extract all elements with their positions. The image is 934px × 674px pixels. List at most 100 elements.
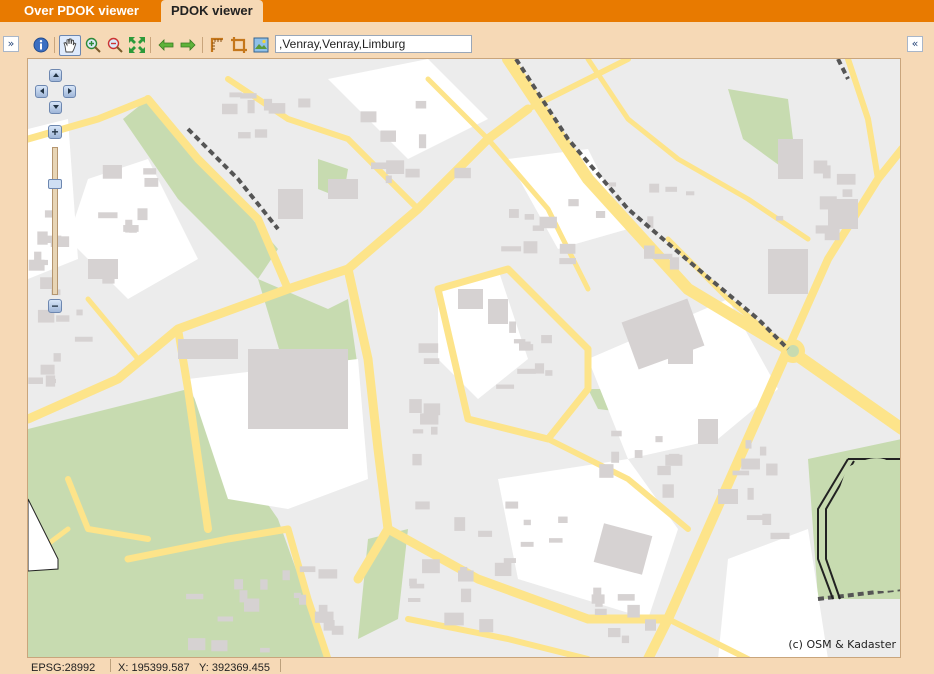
map-tiles xyxy=(28,59,900,657)
building-footprint xyxy=(423,358,440,364)
building-footprint xyxy=(494,562,512,577)
zoom-extent-icon[interactable] xyxy=(128,36,146,54)
building-footprint xyxy=(665,186,678,192)
building-footprint xyxy=(595,598,603,607)
pan-hand-icon[interactable] xyxy=(59,35,81,56)
building-footprint xyxy=(517,368,536,374)
building-footprint xyxy=(186,593,204,600)
collapse-left-panel-button[interactable]: » xyxy=(3,36,19,52)
zoom-out-button[interactable]: − xyxy=(48,299,62,313)
building-footprint xyxy=(222,103,238,115)
building-footprint xyxy=(762,513,772,526)
building-footprint xyxy=(28,259,45,271)
building-footprint xyxy=(607,628,621,638)
projection-label: EPSG:28992 xyxy=(31,662,96,674)
zoom-slider-thumb[interactable] xyxy=(48,179,62,189)
building-footprint xyxy=(260,647,270,653)
building-footprint xyxy=(559,258,576,265)
zoom-in-icon[interactable] xyxy=(84,36,102,54)
building-footprint xyxy=(260,579,268,590)
search-input[interactable]: ,Venray,Venray,Limburg xyxy=(275,35,472,53)
building-footprint xyxy=(431,426,438,435)
pan-up-button[interactable] xyxy=(49,69,62,82)
back-arrow-icon[interactable] xyxy=(157,36,175,54)
building-footprint xyxy=(254,129,268,138)
collapse-right-panel-button[interactable]: « xyxy=(907,36,923,52)
pan-left-button[interactable] xyxy=(35,85,48,98)
building-footprint xyxy=(479,619,494,633)
building-footprint xyxy=(741,458,760,470)
building-footprint xyxy=(76,309,83,316)
building-footprint xyxy=(56,315,70,322)
building-footprint xyxy=(293,592,301,599)
building-footprint xyxy=(299,566,316,573)
toolbar-separator xyxy=(150,37,151,53)
building-footprint xyxy=(627,604,640,618)
building-footprint xyxy=(611,451,620,463)
building-footprint xyxy=(408,597,421,603)
building-footprint xyxy=(188,638,206,651)
building-footprint xyxy=(513,339,526,344)
building-footprint xyxy=(558,516,568,523)
building-footprint xyxy=(123,225,139,232)
building-footprint xyxy=(548,538,563,543)
tab-pdok-viewer[interactable]: PDOK viewer xyxy=(161,0,263,23)
building-footprint xyxy=(314,611,334,623)
pan-right-button[interactable] xyxy=(63,85,76,98)
building-footprint xyxy=(415,501,430,510)
building-footprint xyxy=(611,430,622,437)
building-footprint xyxy=(53,353,61,362)
crop-icon[interactable] xyxy=(230,36,248,54)
building-footprint xyxy=(137,208,148,221)
pan-down-button[interactable] xyxy=(49,101,62,114)
building-footprint xyxy=(747,487,754,500)
building-footprint xyxy=(508,209,519,218)
building-footprint xyxy=(634,450,643,458)
building-footprint xyxy=(822,165,831,179)
forward-arrow-icon[interactable] xyxy=(179,36,197,54)
building-footprint xyxy=(541,335,552,344)
building-footprint xyxy=(496,384,515,389)
building-footprint xyxy=(229,92,242,98)
building-footprint xyxy=(409,578,417,586)
building-footprint xyxy=(662,484,674,498)
building-footprint xyxy=(559,243,576,254)
building-footprint xyxy=(643,245,655,259)
building-footprint xyxy=(478,530,493,537)
building-footprint xyxy=(621,635,630,644)
building-footprint xyxy=(217,616,234,622)
building-footprint xyxy=(532,225,545,231)
building-footprint xyxy=(686,191,695,196)
building-footprint xyxy=(34,251,42,261)
tab-bar: Over PDOK viewer PDOK viewer xyxy=(0,0,934,23)
building-footprint xyxy=(819,196,837,210)
zoom-out-icon[interactable] xyxy=(106,36,124,54)
zoom-slider-track[interactable] xyxy=(52,147,58,295)
building-footprint xyxy=(655,436,663,443)
map-attribution: (c) OSM & Kadaster xyxy=(788,638,896,651)
building-footprint xyxy=(776,215,784,221)
building-footprint xyxy=(770,532,790,540)
map-canvas[interactable]: + − (c) OSM & Kadaster xyxy=(27,58,901,658)
building-footprint xyxy=(824,227,840,241)
building-footprint xyxy=(836,173,856,185)
building-footprint xyxy=(501,246,522,252)
building-footprint xyxy=(298,98,311,108)
building-footprint xyxy=(503,558,516,563)
building-footprint xyxy=(371,162,390,170)
status-separator xyxy=(280,659,281,672)
layers-icon[interactable] xyxy=(252,36,270,54)
building-footprint xyxy=(412,429,424,434)
y-coordinate: Y: 392369.455 xyxy=(199,662,270,674)
building-footprint xyxy=(460,588,472,603)
building-footprint xyxy=(422,559,440,574)
building-footprint xyxy=(268,103,286,114)
building-footprint xyxy=(247,100,255,114)
building-footprint xyxy=(524,214,535,220)
info-icon[interactable] xyxy=(32,36,50,54)
building-footprint xyxy=(732,470,750,476)
tab-over-pdok-viewer[interactable]: Over PDOK viewer xyxy=(14,0,149,22)
measure-icon[interactable] xyxy=(208,36,226,54)
building-footprint xyxy=(211,640,228,652)
zoom-in-button[interactable]: + xyxy=(48,125,62,139)
